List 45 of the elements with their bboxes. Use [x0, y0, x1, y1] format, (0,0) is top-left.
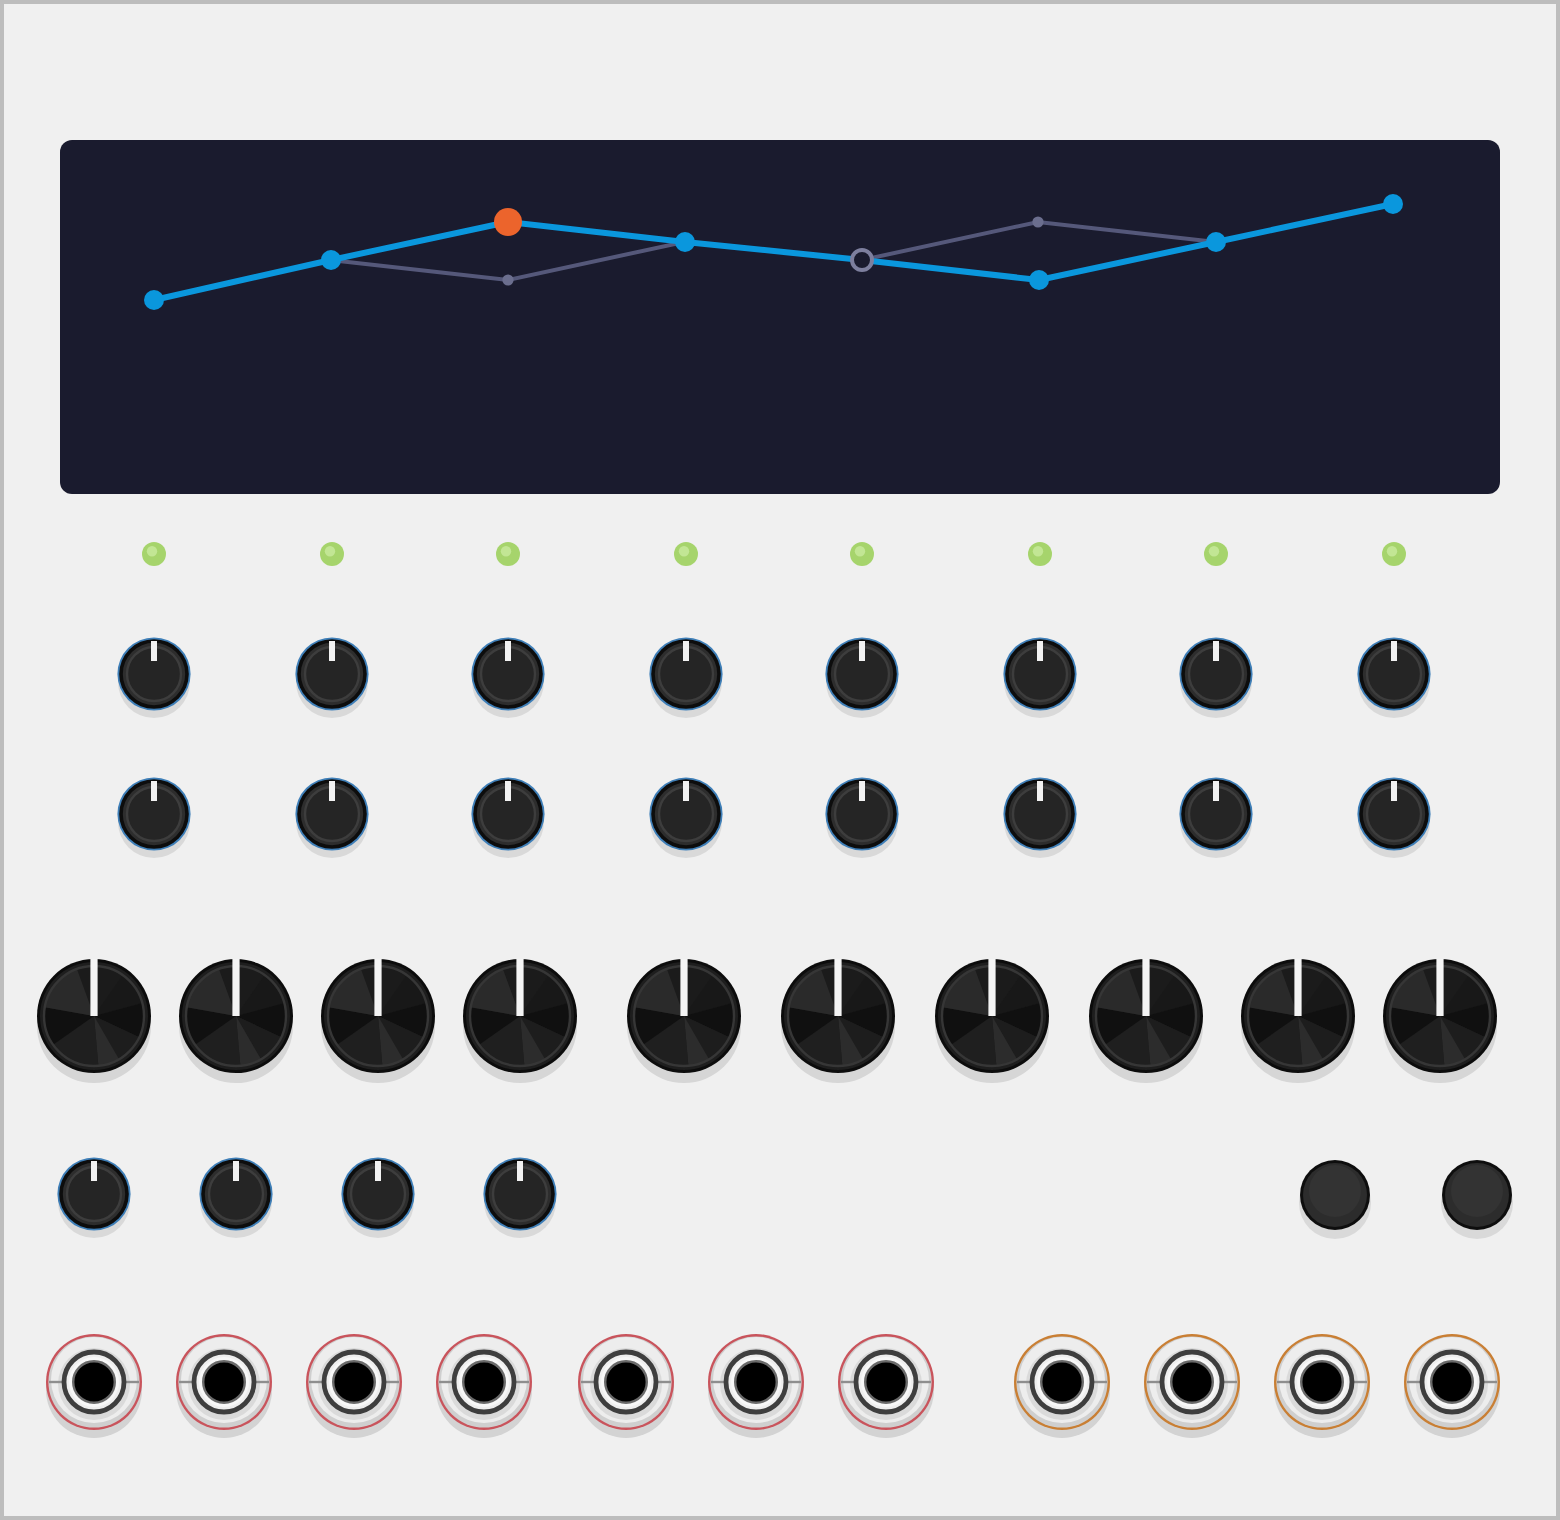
jack-socket[interactable]	[432, 1330, 536, 1442]
knob[interactable]	[293, 636, 370, 720]
large-knob[interactable]	[1086, 956, 1206, 1088]
push-button[interactable]	[1296, 1156, 1374, 1242]
jack-socket[interactable]	[1400, 1330, 1504, 1442]
jack-socket[interactable]	[302, 1330, 406, 1442]
large-knob[interactable]	[778, 956, 898, 1088]
knob[interactable]	[482, 1156, 558, 1240]
knob[interactable]	[1355, 636, 1432, 720]
knob[interactable]	[824, 636, 901, 720]
large-knob[interactable]	[318, 956, 438, 1088]
jack-socket[interactable]	[42, 1330, 146, 1442]
knob[interactable]	[1178, 636, 1255, 720]
jack-socket[interactable]	[172, 1330, 276, 1442]
knob[interactable]	[470, 636, 547, 720]
knob[interactable]	[1001, 776, 1078, 860]
knob[interactable]	[293, 776, 370, 860]
large-knob[interactable]	[176, 956, 296, 1088]
jack-socket[interactable]	[1270, 1330, 1374, 1442]
knob[interactable]	[116, 636, 193, 720]
knob[interactable]	[340, 1156, 416, 1240]
knob[interactable]	[116, 776, 193, 860]
knob[interactable]	[1355, 776, 1432, 860]
large-knob[interactable]	[624, 956, 744, 1088]
large-knob[interactable]	[460, 956, 580, 1088]
large-knob[interactable]	[932, 956, 1052, 1088]
knob[interactable]	[198, 1156, 274, 1240]
jack-socket[interactable]	[1140, 1330, 1244, 1442]
jack-socket[interactable]	[704, 1330, 808, 1442]
knob[interactable]	[647, 636, 724, 720]
large-knob[interactable]	[1380, 956, 1500, 1088]
knob[interactable]	[1001, 636, 1078, 720]
knob[interactable]	[1178, 776, 1255, 860]
knob[interactable]	[647, 776, 724, 860]
jack-socket[interactable]	[834, 1330, 938, 1442]
reference-point	[1032, 216, 1044, 228]
knob[interactable]	[56, 1156, 132, 1240]
reference-point	[502, 274, 514, 286]
jack-socket[interactable]	[1010, 1330, 1114, 1442]
large-knob[interactable]	[1238, 956, 1358, 1088]
knob[interactable]	[470, 776, 547, 860]
large-knob[interactable]	[34, 956, 154, 1088]
knob[interactable]	[824, 776, 901, 860]
jack-socket[interactable]	[574, 1330, 678, 1442]
push-button[interactable]	[1438, 1156, 1516, 1242]
